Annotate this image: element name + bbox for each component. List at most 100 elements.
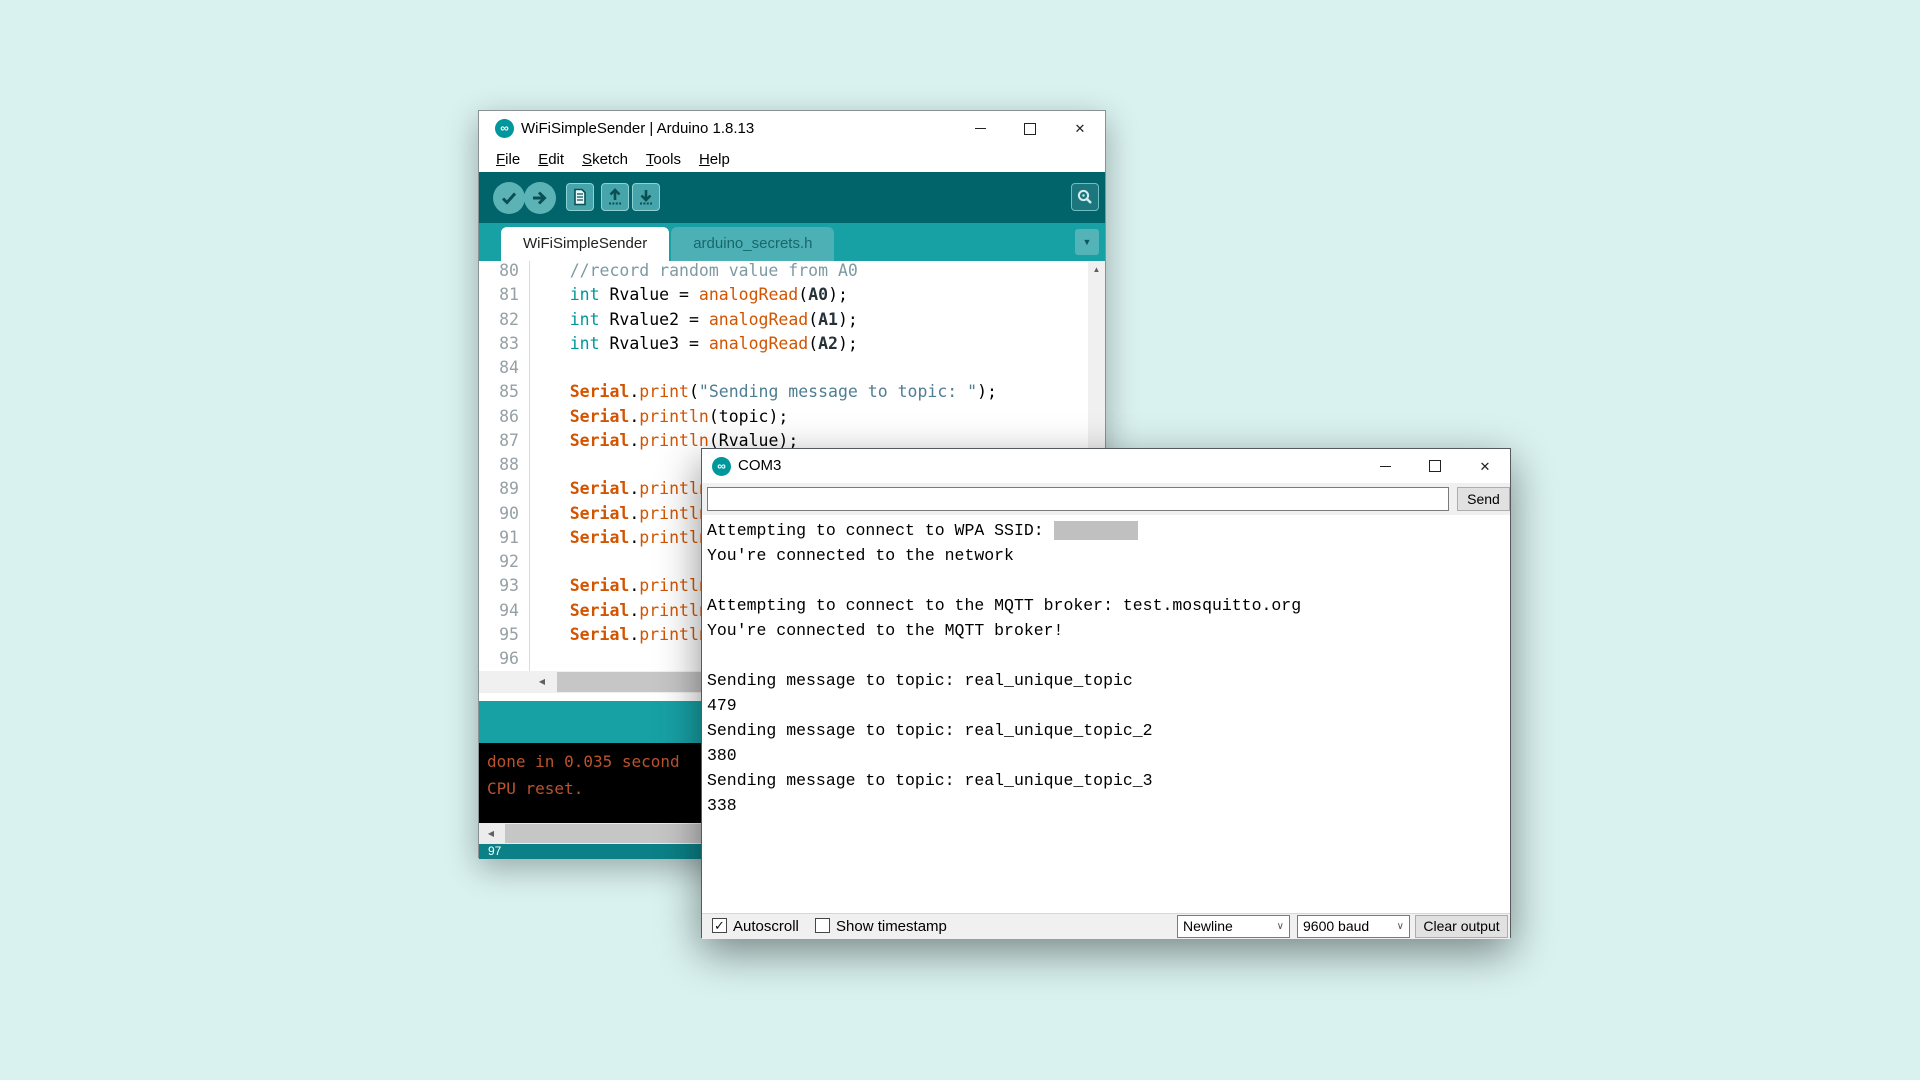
close-icon: ✕ <box>1075 122 1086 135</box>
serial-output-line: Sending message to topic: real_unique_to… <box>707 718 1505 743</box>
line-ending-select[interactable]: Newline ∨ <box>1177 915 1290 938</box>
code-text: int Rvalue = analogRead(A0); <box>530 283 848 307</box>
scroll-left-icon: ◀ <box>480 823 502 844</box>
tab-arduino_secrets.h[interactable]: arduino_secrets.h <box>671 227 834 261</box>
ide-titlebar[interactable]: ∞ WiFiSimpleSender | Arduino 1.8.13 ✕ <box>479 111 1105 146</box>
serial-output-line: Attempting to connect to WPA SSID: <box>707 518 1505 543</box>
code-line-85: 85 Serial.print("Sending message to topi… <box>479 380 1088 404</box>
line-number: 86 <box>479 405 519 429</box>
baud-rate-select[interactable]: 9600 baud ∨ <box>1297 915 1410 938</box>
menu-help[interactable]: Help <box>690 151 739 168</box>
send-row: Send <box>702 483 1510 515</box>
line-number: 80 <box>479 261 519 283</box>
autoscroll-checkbox[interactable]: ✓ <box>712 918 727 933</box>
checkmark-icon <box>499 188 519 208</box>
line-number: 94 <box>479 599 519 623</box>
upload-button[interactable] <box>524 182 556 214</box>
serial-monitor-button[interactable] <box>1071 183 1099 211</box>
code-line-83: 83 int Rvalue3 = analogRead(A2); <box>479 332 1088 356</box>
line-number: 90 <box>479 502 519 526</box>
arrow-down-icon <box>637 188 655 206</box>
serial-output-line: You're connected to the network <box>707 543 1505 568</box>
line-number: 87 <box>479 429 519 453</box>
serial-close-button[interactable]: ✕ <box>1460 449 1510 483</box>
line-number: 81 <box>479 283 519 307</box>
serial-send-input[interactable] <box>707 487 1449 511</box>
send-button[interactable]: Send <box>1457 487 1510 511</box>
menu-tools[interactable]: Tools <box>637 151 690 168</box>
line-number: 91 <box>479 526 519 550</box>
code-text: Serial.println( <box>530 526 719 550</box>
code-text: Serial.print("Sending message to topic: … <box>530 380 997 404</box>
line-number: 93 <box>479 574 519 598</box>
line-number: 85 <box>479 380 519 404</box>
code-text: Serial.println( <box>530 477 719 501</box>
scroll-left-icon: ◀ <box>531 671 553 693</box>
arrow-right-icon <box>530 188 550 208</box>
serial-output-line: 479 <box>707 693 1505 718</box>
tab-overflow-button[interactable]: ▼ <box>1075 229 1099 255</box>
line-number: 89 <box>479 477 519 501</box>
tab-strip: WiFiSimpleSenderarduino_secrets.h ▼ <box>479 223 1105 261</box>
ide-window-title: WiFiSimpleSender | Arduino 1.8.13 <box>521 111 754 146</box>
code-text: Serial.println( <box>530 599 719 623</box>
code-text: Serial.println( <box>530 623 719 647</box>
ide-minimize-button[interactable] <box>955 111 1005 146</box>
chevron-down-icon: ▼ <box>1083 237 1092 247</box>
new-sketch-button[interactable] <box>566 183 594 211</box>
serial-monitor-window: ∞ COM3 ✕ Send Attempting to connect to W… <box>701 448 1511 938</box>
serial-output-line: Attempting to connect to the MQTT broker… <box>707 593 1505 618</box>
maximize-icon <box>1024 123 1036 135</box>
code-line-81: 81 int Rvalue = analogRead(A0); <box>479 283 1088 307</box>
ide-toolbar <box>479 172 1105 223</box>
line-number: 95 <box>479 623 519 647</box>
serial-output-line: 380 <box>707 743 1505 768</box>
line-number: 92 <box>479 550 519 574</box>
line-number: 83 <box>479 332 519 356</box>
menu-file[interactable]: File <box>487 151 529 168</box>
clear-output-button[interactable]: Clear output <box>1415 915 1508 938</box>
maximize-icon <box>1429 460 1441 472</box>
document-icon <box>571 188 589 206</box>
minimize-icon <box>1380 466 1391 467</box>
code-line-80: 80 //record random value from A0 <box>479 261 1088 283</box>
menu-bar: FileEditSketchToolsHelp <box>479 146 1105 172</box>
verify-button[interactable] <box>493 182 525 214</box>
line-number: 82 <box>479 308 519 332</box>
serial-output-line: 338 <box>707 793 1505 818</box>
line-ending-value: Newline <box>1183 918 1233 934</box>
serial-output-line: Sending message to topic: real_unique_to… <box>707 768 1505 793</box>
code-line-84: 84 <box>479 356 1088 380</box>
line-number: 96 <box>479 647 519 671</box>
line-number: 88 <box>479 453 519 477</box>
arduino-logo-icon: ∞ <box>495 119 514 138</box>
serial-output-line <box>707 568 1505 593</box>
serial-titlebar[interactable]: ∞ COM3 ✕ <box>702 449 1510 483</box>
serial-output-line: Sending message to topic: real_unique_to… <box>707 668 1505 693</box>
ide-close-button[interactable]: ✕ <box>1055 111 1105 146</box>
arduino-logo-icon: ∞ <box>712 457 731 476</box>
menu-edit[interactable]: Edit <box>529 151 573 168</box>
show-timestamp-checkbox[interactable] <box>815 918 830 933</box>
minimize-icon <box>975 128 986 129</box>
code-text: Serial.println(topic); <box>530 405 788 429</box>
code-text: int Rvalue2 = analogRead(A1); <box>530 308 858 332</box>
save-button[interactable] <box>632 183 660 211</box>
arrow-up-icon <box>606 188 624 206</box>
autoscroll-label: Autoscroll <box>733 914 799 939</box>
serial-output-line <box>707 643 1505 668</box>
serial-window-title: COM3 <box>738 449 781 483</box>
open-button[interactable] <box>601 183 629 211</box>
magnifier-icon <box>1076 188 1094 206</box>
redacted-ssid-block <box>1054 521 1138 540</box>
menu-sketch[interactable]: Sketch <box>573 151 637 168</box>
serial-output[interactable]: Attempting to connect to WPA SSID: You'r… <box>702 515 1510 913</box>
tab-bar-tabs: WiFiSimpleSenderarduino_secrets.h <box>501 227 836 261</box>
code-line-82: 82 int Rvalue2 = analogRead(A1); <box>479 308 1088 332</box>
code-text: Serial.println( <box>530 574 719 598</box>
serial-minimize-button[interactable] <box>1360 449 1410 483</box>
tab-wifisimplesender[interactable]: WiFiSimpleSender <box>501 227 669 261</box>
ide-maximize-button[interactable] <box>1005 111 1055 146</box>
line-number: 84 <box>479 356 519 380</box>
serial-maximize-button[interactable] <box>1410 449 1460 483</box>
